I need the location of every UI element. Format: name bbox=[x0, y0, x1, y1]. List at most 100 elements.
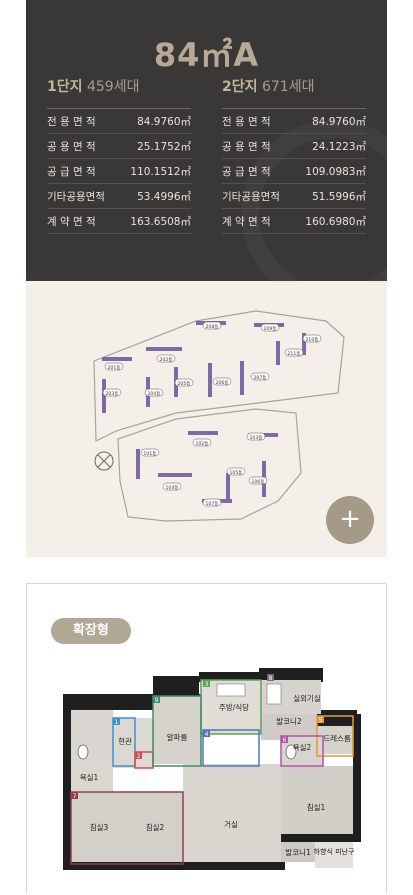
table-row: 전 용 면 적 84.9760㎡ bbox=[222, 109, 366, 134]
table-row: 계 약 면 적 160.6980㎡ bbox=[222, 209, 366, 234]
room-bed1 bbox=[281, 766, 353, 834]
building-label: 210동 bbox=[306, 337, 319, 343]
building-106동: 106동 bbox=[248, 461, 268, 497]
label-bed1: 침실1 bbox=[307, 802, 326, 812]
room-living bbox=[183, 764, 281, 862]
row-label: 공 급 면 적 bbox=[47, 165, 96, 178]
label-bath2: 욕실2 bbox=[293, 742, 312, 752]
label-outdoor: 실외기실 bbox=[293, 693, 321, 703]
label-bed2: 침실2 bbox=[146, 822, 165, 832]
building-block bbox=[276, 341, 280, 365]
row-value: 51.5996㎡ bbox=[312, 190, 366, 203]
complex2-units: 671세대 bbox=[261, 79, 315, 95]
complex2-heading: 2단지 671세대 bbox=[222, 76, 366, 109]
building-205동: 205동 bbox=[174, 367, 194, 397]
building-210동: 210동 bbox=[302, 333, 322, 355]
row-label: 기타공용면적 bbox=[222, 190, 280, 203]
table-row: 전 용 면 적 84.9760㎡ bbox=[47, 109, 191, 134]
building-209동: 209동 bbox=[254, 323, 284, 332]
building-103동: 103동 bbox=[246, 432, 278, 441]
building-label: 201동 bbox=[108, 365, 121, 371]
room-bath-area bbox=[71, 710, 113, 766]
row-value: 110.1512㎡ bbox=[130, 165, 191, 178]
building-label: 107동 bbox=[206, 501, 219, 507]
building-105동: 105동 bbox=[226, 467, 246, 503]
building-203동: 203동 bbox=[102, 379, 122, 413]
building-label: 106동 bbox=[252, 479, 265, 485]
building-block bbox=[146, 347, 182, 351]
unit-type-title: 84㎡A bbox=[153, 36, 260, 74]
building-102동: 102동 bbox=[188, 431, 218, 447]
label-entrance: 현관 bbox=[118, 736, 132, 746]
building-label: 104동 bbox=[166, 485, 179, 491]
building-202동: 202동 bbox=[146, 347, 182, 363]
building-block bbox=[188, 431, 218, 435]
label-evac: 하향식 피난구 bbox=[314, 847, 355, 856]
building-block bbox=[226, 473, 230, 503]
row-label: 공 용 면 적 bbox=[47, 140, 96, 153]
marker-number: 5 bbox=[319, 717, 323, 724]
row-label: 전 용 면 적 bbox=[47, 115, 96, 128]
area-info-panel: 84㎡A 1단지 459세대 전 용 면 적 84.9760㎡ 공 용 면 적 25… bbox=[26, 0, 387, 281]
marker-9: 9 bbox=[153, 696, 160, 704]
building-label: 105동 bbox=[230, 470, 243, 476]
complex1-name: 1단지 bbox=[47, 79, 83, 95]
building-label: 211동 bbox=[288, 351, 301, 357]
building-label: 204동 bbox=[148, 391, 161, 397]
table-row: 계 약 면 적 163.6508㎡ bbox=[47, 209, 191, 234]
marker-number: 3 bbox=[205, 681, 209, 688]
building-211동: 211동 bbox=[276, 341, 304, 365]
row-value: 84.9760㎡ bbox=[137, 115, 191, 128]
marker-7: 7 bbox=[71, 792, 78, 800]
row-label: 공 급 면 적 bbox=[222, 165, 271, 178]
row-label: 계 약 면 적 bbox=[47, 215, 96, 228]
table-row: 공 용 면 적 24.1223㎡ bbox=[222, 134, 366, 159]
label-living: 거실 bbox=[224, 819, 238, 829]
label-balcony1: 발코니1 bbox=[285, 848, 311, 857]
marker-5: 5 bbox=[317, 716, 324, 724]
label-balcony2: 발코니2 bbox=[276, 717, 302, 726]
building-label: 103동 bbox=[250, 435, 263, 441]
row-value: 109.0983㎡ bbox=[305, 165, 366, 178]
zoom-in-button[interactable]: + bbox=[326, 496, 374, 544]
row-label: 공 용 면 적 bbox=[222, 140, 271, 153]
building-label: 202동 bbox=[160, 357, 173, 363]
building-204동: 204동 bbox=[144, 377, 164, 407]
building-block bbox=[158, 473, 192, 477]
row-value: 160.6980㎡ bbox=[305, 215, 366, 228]
table-row: 공 급 면 적 109.0983㎡ bbox=[222, 159, 366, 184]
marker-number: 7 bbox=[73, 793, 77, 800]
building-label: 102동 bbox=[196, 441, 209, 447]
marker-number: 2 bbox=[137, 753, 141, 760]
row-value: 84.9760㎡ bbox=[312, 115, 366, 128]
marker-number: 1 bbox=[115, 719, 119, 726]
floor-plan-drawing: 1 2 3 4 5 6 7 8 9 실외기실 주방/식당 발코니2 드레스룸 현관 알파룸 욕실… bbox=[63, 668, 361, 870]
building-label: 208동 bbox=[206, 324, 219, 330]
row-value: 53.4996㎡ bbox=[137, 190, 191, 203]
row-label: 전 용 면 적 bbox=[222, 115, 271, 128]
building-label: 205동 bbox=[178, 381, 191, 387]
table-row: 기타공용면적 53.4996㎡ bbox=[47, 184, 191, 209]
site-map[interactable]: 208동 209동 210동 211동 201동 202동 203동 204동 205동 206동… bbox=[26, 281, 387, 557]
row-value: 24.1223㎡ bbox=[312, 140, 366, 153]
building-block bbox=[102, 357, 132, 361]
marker-4: 4 bbox=[203, 730, 210, 738]
compass-icon bbox=[94, 451, 114, 471]
table-row: 기타공용면적 51.5996㎡ bbox=[222, 184, 366, 209]
marker-number: 8 bbox=[269, 675, 273, 682]
marker-6: 6 bbox=[281, 736, 288, 744]
complex1-heading: 1단지 459세대 bbox=[47, 76, 191, 109]
buildings-layer: 208동 209동 210동 211동 201동 202동 203동 204동 205동 206동… bbox=[102, 321, 322, 507]
room-alpha bbox=[153, 696, 201, 764]
row-value: 25.1752㎡ bbox=[137, 140, 191, 153]
label-bed3: 침실3 bbox=[90, 822, 109, 832]
row-label: 기타공용면적 bbox=[47, 190, 105, 203]
marker-number: 6 bbox=[283, 737, 287, 744]
building-207동: 207동 bbox=[240, 361, 270, 395]
complex1-column: 1단지 459세대 전 용 면 적 84.9760㎡ 공 용 면 적 25.1752… bbox=[47, 76, 191, 234]
floor-plan-card: 확장형 1 2 3 4 5 6 7 8 9 실외기실 주방/식당 발코니2 드레… bbox=[26, 583, 387, 894]
row-label: 계 약 면 적 bbox=[222, 215, 271, 228]
label-bath1: 욕실1 bbox=[80, 772, 99, 782]
building-label: 207동 bbox=[254, 375, 267, 381]
label-kitchen: 주방/식당 bbox=[219, 702, 249, 712]
